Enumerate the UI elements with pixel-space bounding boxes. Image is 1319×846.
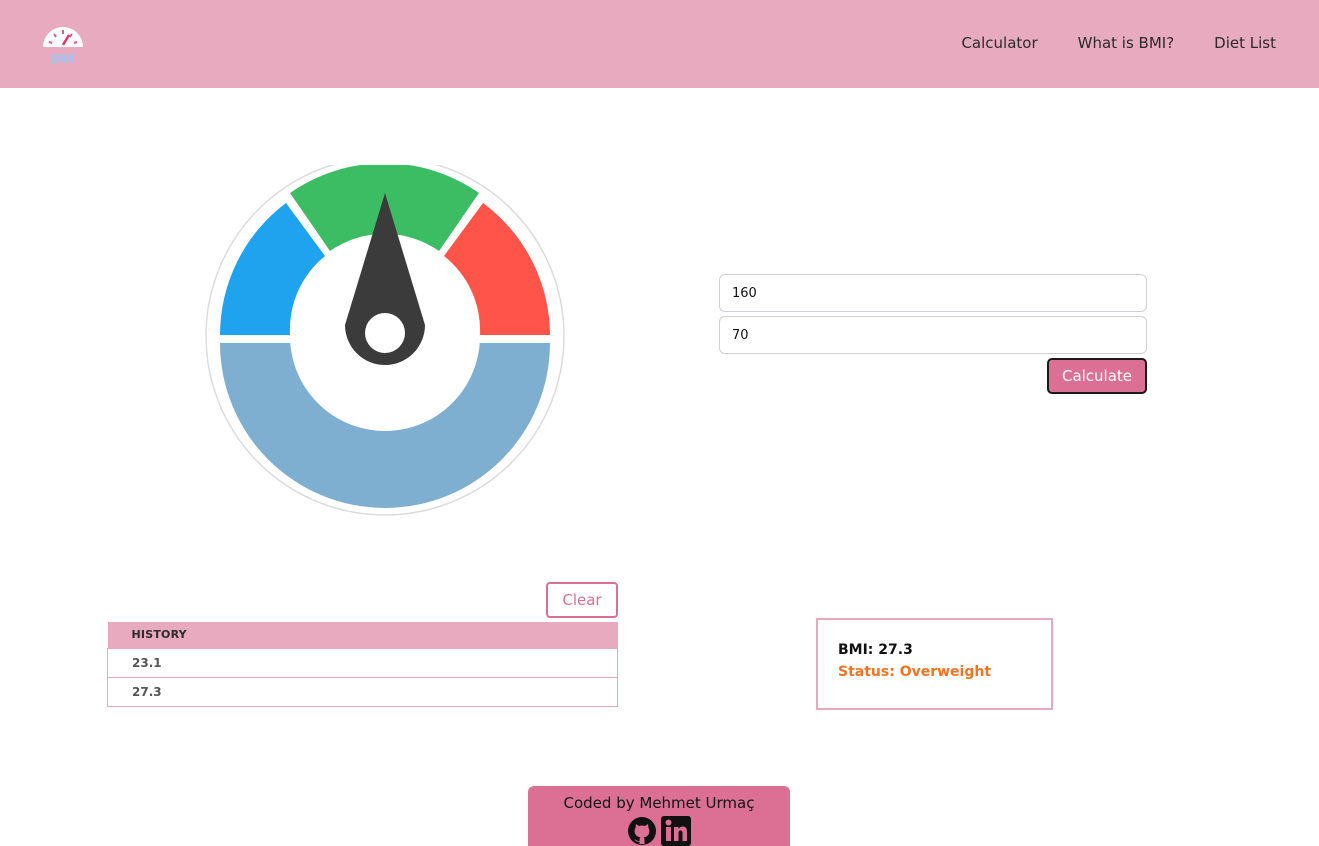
table-row: 27.3: [107, 676, 618, 707]
linkedin-icon[interactable]: [660, 815, 692, 846]
logo-text: BMI: [51, 51, 75, 66]
height-input[interactable]: [719, 274, 1147, 312]
nav-link-what-is-bmi[interactable]: What is BMI?: [1078, 34, 1175, 52]
clear-history-button[interactable]: Clear: [546, 582, 618, 618]
footer-social-icons: [528, 815, 790, 846]
history-header: HISTORY: [107, 622, 618, 648]
bmi-gauge-logo-icon: BMI: [43, 27, 83, 66]
footer-credit: Coded by Mehmet Urmaç: [563, 794, 755, 812]
history-value: 27.3: [107, 676, 618, 707]
bmi-logo[interactable]: BMI: [40, 20, 86, 66]
history-table: HISTORY 23.1 27.3: [107, 622, 618, 707]
table-row: 23.1: [107, 647, 618, 678]
result-card: BMI: 27.3 Status: Overweight: [816, 618, 1053, 710]
bmi-gauge: [203, 156, 567, 517]
bmi-status: Status: Overweight: [838, 664, 992, 680]
footer: Coded by Mehmet Urmaç: [528, 786, 790, 846]
gauge-needle-pivot: [365, 313, 405, 353]
navbar: BMI Calculator What is BMI? Diet List: [0, 0, 1319, 88]
nav-link-calculator[interactable]: Calculator: [961, 34, 1037, 52]
nav-link-diet-list[interactable]: Diet List: [1214, 34, 1276, 52]
history-value: 23.1: [107, 647, 618, 678]
github-icon[interactable]: [626, 815, 658, 846]
weight-input[interactable]: [719, 316, 1147, 354]
history-header-row: HISTORY: [107, 622, 618, 648]
calculate-button[interactable]: Calculate: [1047, 358, 1147, 394]
bmi-value: BMI: 27.3: [838, 642, 913, 658]
nav-links: Calculator What is BMI? Diet List: [961, 34, 1276, 52]
